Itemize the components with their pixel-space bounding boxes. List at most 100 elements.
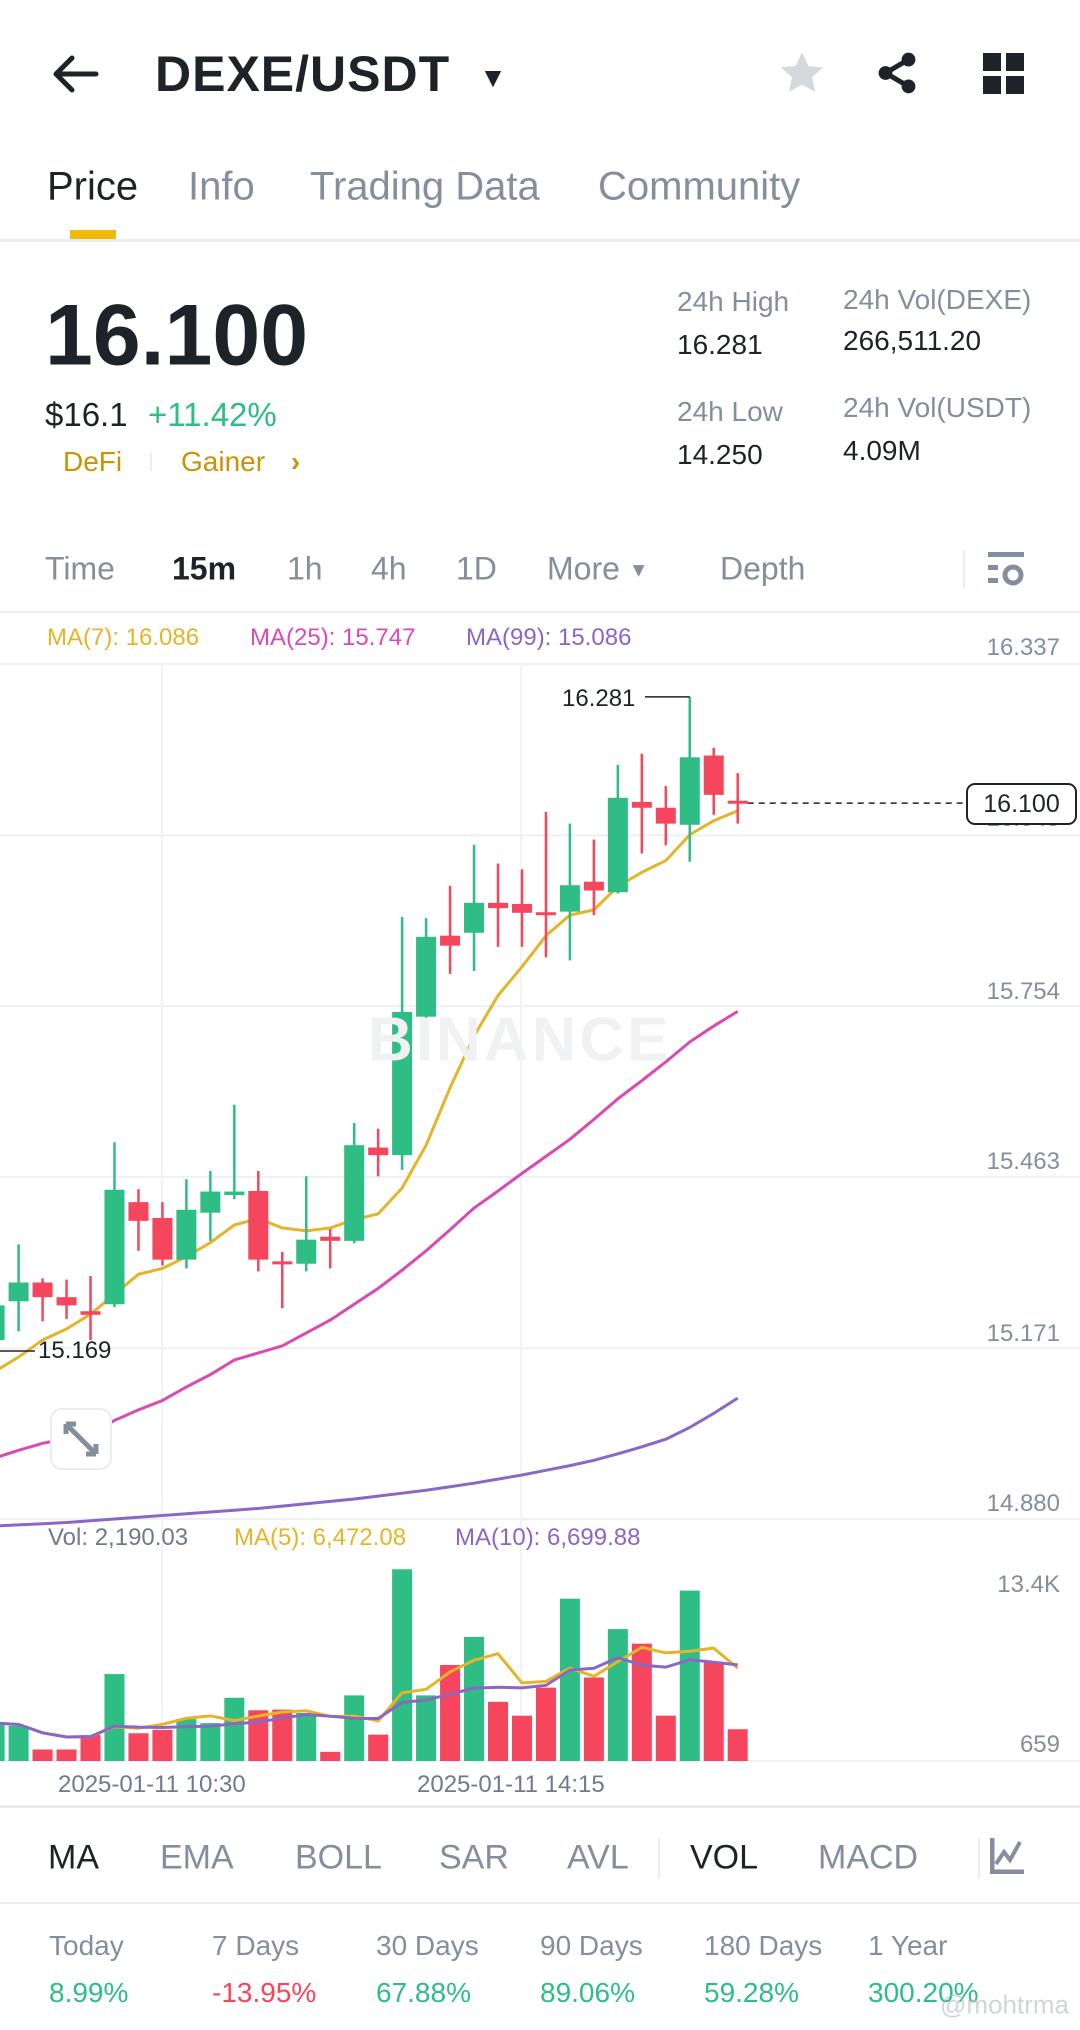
volume-bar: [488, 1701, 508, 1761]
volume-bar: [152, 1729, 173, 1761]
candle-body: [176, 1209, 197, 1260]
period-label: 30 Days: [376, 1930, 479, 1961]
tf-depth[interactable]: Depth: [720, 551, 805, 588]
volume-bar: [655, 1715, 676, 1761]
binance-watermark: BINANCE: [368, 1005, 672, 1075]
volume-bar: [296, 1712, 317, 1761]
pair-selector[interactable]: DEXE/USDT ▼: [155, 45, 508, 103]
tag-defi[interactable]: DeFi: [63, 446, 122, 478]
candle-body: [488, 902, 508, 909]
time-label: 2025-01-11 10:30: [58, 1771, 246, 1798]
share-icon: [878, 52, 916, 94]
candle-body: [0, 1305, 5, 1341]
period-label: 180 Days: [704, 1930, 823, 1961]
usd-price: $16.1: [45, 396, 128, 433]
period-label: 1 Year: [868, 1930, 948, 1961]
tf-15m[interactable]: 15m: [172, 551, 236, 588]
candle-body: [727, 800, 748, 804]
candle-body: [320, 1236, 341, 1241]
volume-bar: [559, 1598, 580, 1761]
chart-settings-button[interactable]: [988, 551, 1024, 592]
vol-ma5-legend: MA(5): 6,472.08: [234, 1524, 407, 1551]
back-button[interactable]: [48, 52, 104, 96]
price-tick: 15.754: [986, 978, 1060, 1005]
tf-4h[interactable]: 4h: [371, 551, 407, 588]
candle-body: [80, 1311, 101, 1315]
tag-gainer[interactable]: Gainer ›: [181, 446, 300, 478]
volume-bar: [679, 1590, 700, 1761]
low-label: 24h Low: [677, 396, 783, 427]
tf-more[interactable]: More ▼: [547, 551, 649, 588]
favorite-button[interactable]: [778, 50, 826, 101]
volume-bar: [224, 1697, 245, 1761]
last-price: 16.100: [45, 287, 309, 384]
share-button[interactable]: [874, 50, 920, 101]
candle-body: [583, 881, 604, 891]
volume-bar: [416, 1695, 437, 1761]
price-tick: 14.880: [986, 1490, 1060, 1517]
candle-body: [511, 904, 532, 913]
volume-bar: [583, 1677, 604, 1761]
candlestick-chart[interactable]: [0, 600, 1080, 1800]
active-tab-indicator: [70, 230, 116, 239]
volume-bar: [392, 1569, 413, 1761]
candle-body: [272, 1261, 293, 1265]
candle-body: [128, 1202, 149, 1221]
price-tick: 15.171: [986, 1320, 1060, 1347]
tab-price[interactable]: Price: [47, 165, 138, 210]
period-label: 90 Days: [540, 1930, 643, 1961]
candle-body: [248, 1190, 269, 1260]
period-label: 7 Days: [212, 1930, 300, 1961]
tf-1h[interactable]: 1h: [287, 551, 323, 588]
tab-community[interactable]: Community: [598, 165, 800, 210]
volume-tick: 659: [1019, 1731, 1060, 1758]
pair-title: DEXE/USDT: [155, 46, 451, 102]
period-value: 89.06%: [540, 1977, 635, 2008]
candle-body: [200, 1191, 221, 1213]
fullscreen-button[interactable]: [50, 1408, 112, 1470]
volume-bar: [368, 1734, 389, 1761]
tabs-divider: [0, 239, 1080, 242]
volume-bar: [607, 1629, 628, 1761]
high-marker-label: 16.281: [562, 685, 636, 712]
tf-time[interactable]: Time: [45, 551, 115, 588]
volume-bar: [128, 1733, 149, 1761]
chevron-right-icon: ›: [290, 446, 301, 477]
price-tick: 15.463: [986, 1148, 1060, 1175]
volume-bar: [0, 1723, 5, 1761]
volume-bar: [727, 1729, 748, 1761]
time-label: 2025-01-11 14:15: [417, 1771, 605, 1798]
period-value: 8.99%: [49, 1977, 129, 2008]
candle-body: [703, 755, 724, 795]
star-icon: [781, 52, 823, 92]
indicator-separator: [658, 1838, 660, 1878]
indicator-avl[interactable]: AVL: [567, 1839, 629, 1878]
volume-bar: [464, 1636, 485, 1761]
back-arrow-icon: [53, 55, 99, 93]
tf-more-label: More: [547, 550, 620, 587]
candle-body: [8, 1282, 29, 1302]
chart-settings-icon: [988, 552, 1024, 586]
volume-bar: [200, 1723, 221, 1761]
indicator-vol[interactable]: VOL: [690, 1839, 758, 1878]
candle-body: [368, 1147, 389, 1156]
indicator-macd[interactable]: MACD: [818, 1839, 918, 1878]
indicator-settings-button[interactable]: [989, 1838, 1024, 1879]
candle-body: [56, 1297, 77, 1306]
caret-down-icon: ▼: [628, 559, 649, 582]
tab-trading-data[interactable]: Trading Data: [310, 165, 540, 210]
tab-info[interactable]: Info: [188, 165, 255, 210]
layout-button[interactable]: [983, 53, 1025, 100]
candle-body: [464, 902, 485, 933]
tf-1d[interactable]: 1D: [456, 551, 497, 588]
low-marker-label: 15.169: [38, 1337, 112, 1364]
indicator-ema[interactable]: EMA: [160, 1839, 234, 1878]
indicator-ma[interactable]: MA: [48, 1839, 99, 1878]
vol-legend: Vol: 2,190.03: [48, 1524, 189, 1551]
candle-body: [32, 1282, 53, 1298]
candle-body: [104, 1189, 125, 1305]
vol-ma10-legend: MA(10): 6,699.88: [455, 1524, 641, 1551]
candle-body: [631, 801, 652, 808]
indicator-boll[interactable]: BOLL: [295, 1839, 382, 1878]
indicator-sar[interactable]: SAR: [439, 1839, 509, 1878]
